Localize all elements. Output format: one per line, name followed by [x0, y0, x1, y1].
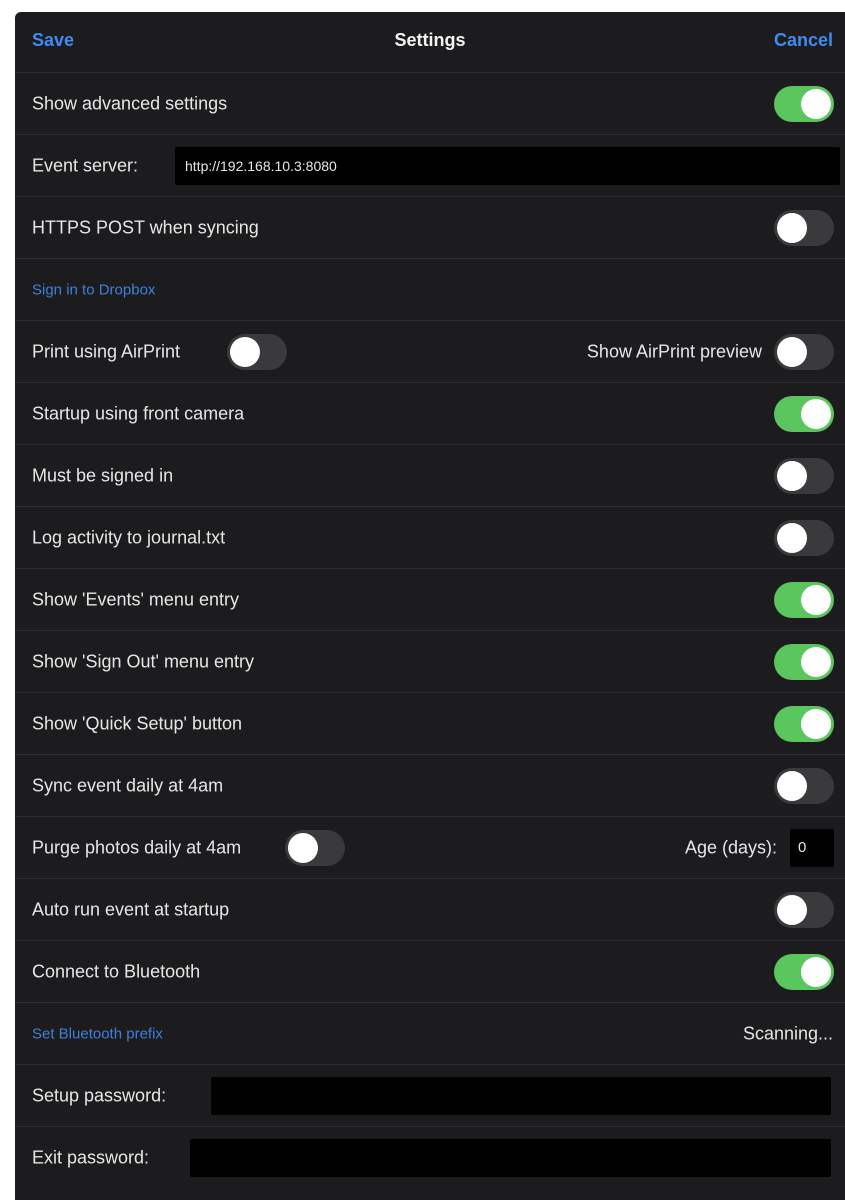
settings-panel: Save Settings Cancel Show advanced setti…: [15, 12, 845, 1200]
signed-in-toggle[interactable]: [774, 457, 834, 494]
set-bluetooth-prefix-link[interactable]: Set Bluetooth prefix: [32, 1025, 163, 1042]
toggle-knob: [777, 336, 807, 367]
advanced-settings-label: Show advanced settings: [32, 93, 228, 113]
airprint-toggle[interactable]: [227, 333, 287, 370]
row-signout-menu: Show 'Sign Out' menu entry: [15, 630, 845, 692]
quick-setup-toggle[interactable]: [774, 705, 834, 742]
row-exit-password: Exit password:: [15, 1126, 845, 1188]
sync-daily-label: Sync event daily at 4am: [32, 775, 224, 795]
toggle-knob: [801, 956, 831, 987]
row-log-activity: Log activity to journal.txt: [15, 506, 845, 568]
row-bluetooth-prefix: Set Bluetooth prefix Scanning...: [15, 1002, 845, 1064]
bluetooth-status: Scanning...: [742, 1023, 833, 1043]
row-auto-run: Auto run event at startup: [15, 878, 845, 940]
age-days-input[interactable]: [790, 828, 834, 867]
row-event-server: Event server:: [15, 134, 845, 196]
row-front-camera: Startup using front camera: [15, 382, 845, 444]
events-menu-label: Show 'Events' menu entry: [32, 589, 239, 609]
bluetooth-label: Connect to Bluetooth: [32, 961, 201, 981]
bluetooth-toggle[interactable]: [774, 953, 834, 990]
signout-menu-label: Show 'Sign Out' menu entry: [32, 651, 254, 671]
row-advanced-settings: Show advanced settings: [15, 72, 845, 134]
navigation-bar: Save Settings Cancel: [15, 12, 845, 72]
airprint-preview-label: Show AirPrint preview: [586, 341, 762, 361]
toggle-knob: [777, 522, 807, 553]
signed-in-label: Must be signed in: [32, 465, 174, 485]
sync-daily-toggle[interactable]: [774, 767, 834, 804]
front-camera-toggle[interactable]: [774, 395, 834, 432]
https-post-label: HTTPS POST when syncing: [32, 217, 259, 237]
signout-menu-toggle[interactable]: [774, 643, 834, 680]
quick-setup-label: Show 'Quick Setup' button: [32, 713, 242, 733]
row-signed-in: Must be signed in: [15, 444, 845, 506]
setup-password-label: Setup password:: [32, 1085, 167, 1105]
purge-photos-label: Purge photos daily at 4am: [32, 837, 242, 857]
airprint-preview-toggle[interactable]: [774, 333, 834, 370]
toggle-knob: [801, 708, 831, 739]
sign-in-dropbox-link[interactable]: Sign in to Dropbox: [32, 281, 155, 298]
row-quick-setup: Show 'Quick Setup' button: [15, 692, 845, 754]
exit-password-input[interactable]: [190, 1138, 831, 1177]
age-days-label: Age (days):: [684, 837, 777, 857]
events-menu-toggle[interactable]: [774, 581, 834, 618]
page-title: Settings: [394, 30, 466, 50]
log-activity-toggle[interactable]: [774, 519, 834, 556]
airprint-label: Print using AirPrint: [32, 341, 181, 361]
toggle-knob: [801, 646, 831, 677]
toggle-knob: [777, 770, 807, 801]
row-airprint: Print using AirPrint Show AirPrint previ…: [15, 320, 845, 382]
row-setup-password: Setup password:: [15, 1064, 845, 1126]
toggle-knob: [801, 88, 831, 119]
exit-password-label: Exit password:: [32, 1147, 150, 1167]
cancel-button[interactable]: Cancel: [774, 30, 833, 51]
event-server-label: Event server:: [32, 155, 139, 175]
toggle-knob: [777, 212, 807, 243]
row-bluetooth: Connect to Bluetooth: [15, 940, 845, 1002]
front-camera-label: Startup using front camera: [32, 403, 245, 423]
row-sync-daily: Sync event daily at 4am: [15, 754, 845, 816]
purge-photos-toggle[interactable]: [285, 829, 345, 866]
row-dropbox: Sign in to Dropbox: [15, 258, 845, 320]
event-server-input[interactable]: [175, 146, 840, 185]
toggle-knob: [801, 398, 831, 429]
toggle-knob: [777, 460, 807, 491]
toggle-knob: [801, 584, 831, 615]
log-activity-label: Log activity to journal.txt: [32, 527, 226, 547]
toggle-knob: [230, 336, 260, 367]
row-purge-photos: Purge photos daily at 4am Age (days):: [15, 816, 845, 878]
toggle-knob: [288, 832, 318, 863]
setup-password-input[interactable]: [211, 1076, 831, 1115]
row-https-post: HTTPS POST when syncing: [15, 196, 845, 258]
auto-run-toggle[interactable]: [774, 891, 834, 928]
https-post-toggle[interactable]: [774, 209, 834, 246]
toggle-knob: [777, 894, 807, 925]
row-events-menu: Show 'Events' menu entry: [15, 568, 845, 630]
advanced-settings-toggle[interactable]: [774, 85, 834, 122]
auto-run-label: Auto run event at startup: [32, 899, 230, 919]
